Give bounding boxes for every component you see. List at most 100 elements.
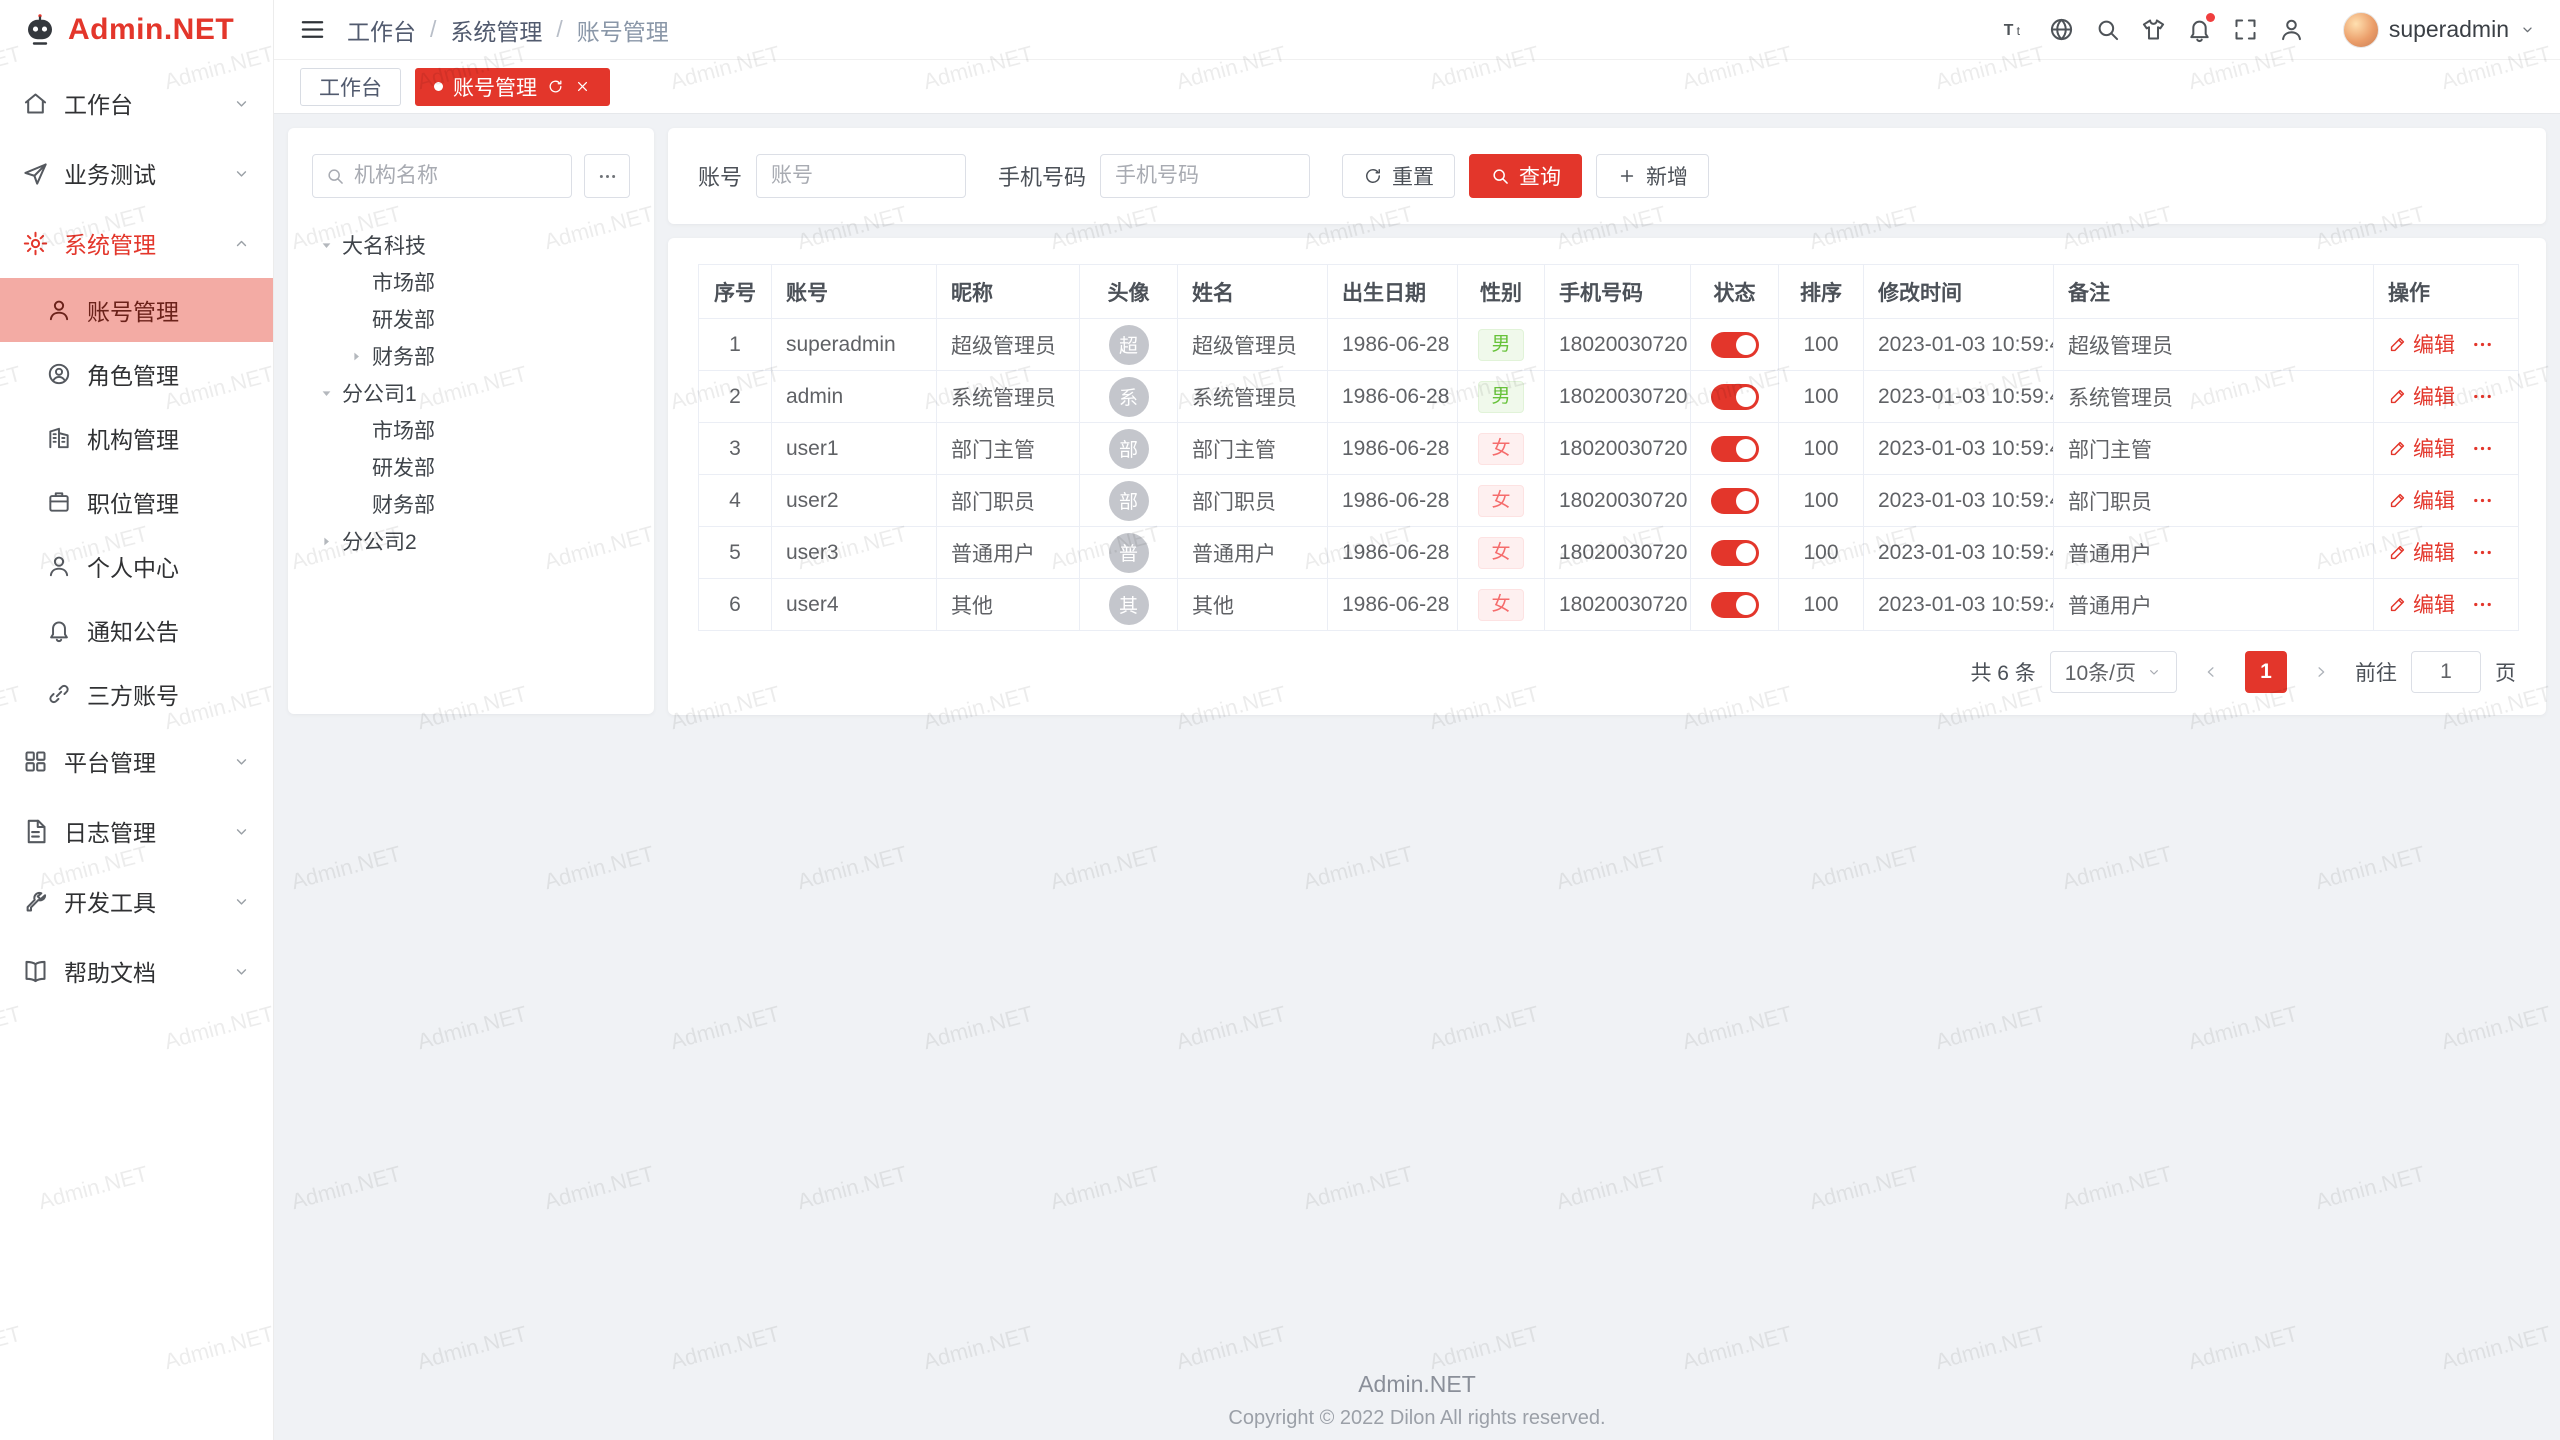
- sidebar-item-workbench[interactable]: 工作台: [0, 68, 273, 138]
- status-toggle[interactable]: [1711, 540, 1759, 566]
- notification-button[interactable]: [2177, 0, 2223, 60]
- more-actions-button[interactable]: [2471, 593, 2494, 616]
- search-button[interactable]: [2085, 0, 2131, 60]
- sidebar-subitem-personal-center[interactable]: 个人中心: [0, 534, 273, 598]
- goto-page-input[interactable]: [2411, 651, 2481, 693]
- more-actions-button[interactable]: [2471, 385, 2494, 408]
- sidebar-item-platform-management[interactable]: 平台管理: [0, 726, 273, 796]
- edit-button[interactable]: 编辑: [2388, 329, 2455, 359]
- tree-node[interactable]: 市场部: [312, 263, 630, 300]
- cell-sort: 100: [1779, 579, 1864, 631]
- table-row: 1superadmin超级管理员超超级管理员1986-06-28男1802003…: [699, 319, 2519, 371]
- cell-actions: 编辑: [2374, 371, 2519, 423]
- caret-right-icon[interactable]: [318, 532, 335, 549]
- sidebar-subitem-account-management[interactable]: 账号管理: [0, 278, 273, 342]
- tab-workbench[interactable]: 工作台: [300, 68, 401, 106]
- reset-button[interactable]: 重置: [1342, 154, 1455, 198]
- query-button[interactable]: 查询: [1469, 154, 1582, 198]
- menu-collapse-button[interactable]: [298, 15, 327, 44]
- sidebar-item-log-management[interactable]: 日志管理: [0, 796, 273, 866]
- gender-tag: 女: [1478, 537, 1523, 569]
- building-icon: [46, 425, 72, 451]
- edit-icon: [2388, 439, 2407, 458]
- page-unit-label: 页: [2495, 657, 2516, 687]
- close-icon[interactable]: [574, 78, 591, 95]
- status-toggle[interactable]: [1711, 592, 1759, 618]
- pagination: 共 6 条 10条/页 1 前往: [698, 651, 2516, 693]
- fullscreen-button[interactable]: [2223, 0, 2269, 60]
- sidebar-subitem-role-management[interactable]: 角色管理: [0, 342, 273, 406]
- status-toggle[interactable]: [1711, 384, 1759, 410]
- more-actions-button[interactable]: [2471, 333, 2494, 356]
- cell-birthday: 1986-06-28: [1328, 423, 1458, 475]
- sidebar-subitem-notice[interactable]: 通知公告: [0, 598, 273, 662]
- table-row: 4user2部门职员部部门职员1986-06-28女18020030720100…: [699, 475, 2519, 527]
- page-number-button[interactable]: 1: [2245, 651, 2287, 693]
- account-filter-input[interactable]: [771, 164, 951, 188]
- tab-account-management[interactable]: 账号管理: [415, 68, 610, 106]
- tree-node[interactable]: 市场部: [312, 411, 630, 448]
- sidebar-item-dev-tools[interactable]: 开发工具: [0, 866, 273, 936]
- breadcrumb-item[interactable]: 系统管理: [450, 13, 542, 47]
- account-filter-field: [756, 154, 966, 198]
- logo[interactable]: Admin.NET: [0, 0, 273, 60]
- column-header: 姓名: [1178, 265, 1328, 319]
- column-header: 头像: [1080, 265, 1178, 319]
- status-toggle[interactable]: [1711, 488, 1759, 514]
- profile-button[interactable]: [2269, 0, 2315, 60]
- send-icon: [22, 160, 49, 187]
- sidebar-subitem-post-management[interactable]: 职位管理: [0, 470, 273, 534]
- breadcrumb-item[interactable]: 工作台: [347, 13, 416, 47]
- caret-down-icon[interactable]: [318, 384, 335, 401]
- tree-node[interactable]: 财务部: [312, 485, 630, 522]
- table-row: 3user1部门主管部部门主管1986-06-28女18020030720100…: [699, 423, 2519, 475]
- edit-button[interactable]: 编辑: [2388, 381, 2455, 411]
- status-toggle[interactable]: [1711, 332, 1759, 358]
- content: 大名科技市场部研发部财务部分公司1市场部研发部财务部分公司2 账号 手机号码: [274, 114, 2560, 1440]
- edit-button[interactable]: 编辑: [2388, 433, 2455, 463]
- plus-icon: [1617, 166, 1637, 186]
- cell-phone: 18020030720: [1545, 475, 1691, 527]
- tree-node[interactable]: 研发部: [312, 448, 630, 485]
- sidebar-subitem-third-account[interactable]: 三方账号: [0, 662, 273, 726]
- text-size-button[interactable]: Tt: [1993, 0, 2039, 60]
- phone-filter-label: 手机号码: [998, 160, 1086, 192]
- user-menu[interactable]: superadmin: [2343, 12, 2536, 48]
- more-actions-button[interactable]: [2471, 541, 2494, 564]
- sidebar-subitem-label: 三方账号: [87, 677, 179, 711]
- bell-icon: [46, 617, 72, 643]
- prev-page-button[interactable]: [2191, 651, 2231, 693]
- globe-button[interactable]: [2039, 0, 2085, 60]
- edit-button[interactable]: 编辑: [2388, 537, 2455, 567]
- edit-button[interactable]: 编辑: [2388, 485, 2455, 515]
- edit-button[interactable]: 编辑: [2388, 589, 2455, 619]
- cell-actions: 编辑: [2374, 423, 2519, 475]
- tree-node[interactable]: 大名科技: [312, 226, 630, 263]
- caret-right-icon[interactable]: [348, 347, 365, 364]
- cell-nickname: 系统管理员: [937, 371, 1080, 423]
- tree-node[interactable]: 财务部: [312, 337, 630, 374]
- next-page-button[interactable]: [2301, 651, 2341, 693]
- document-icon: [22, 818, 49, 845]
- more-actions-button[interactable]: [2471, 437, 2494, 460]
- more-actions-button[interactable]: [2471, 489, 2494, 512]
- tree-node[interactable]: 分公司1: [312, 374, 630, 411]
- theme-button[interactable]: [2131, 0, 2177, 60]
- sidebar-item-system-management[interactable]: 系统管理: [0, 208, 273, 278]
- chevron-down-icon: [232, 822, 251, 841]
- page-size-select[interactable]: 10条/页: [2050, 651, 2177, 693]
- chevron-down-icon: [232, 892, 251, 911]
- tree-node[interactable]: 分公司2: [312, 522, 630, 559]
- tree-node[interactable]: 研发部: [312, 300, 630, 337]
- add-button[interactable]: 新增: [1596, 154, 1709, 198]
- caret-down-icon[interactable]: [318, 236, 335, 253]
- phone-filter-input[interactable]: [1115, 164, 1295, 188]
- org-search-input[interactable]: [354, 164, 559, 188]
- status-toggle[interactable]: [1711, 436, 1759, 462]
- row-avatar: 普: [1109, 533, 1149, 573]
- refresh-icon[interactable]: [547, 78, 564, 95]
- sidebar-item-business-test[interactable]: 业务测试: [0, 138, 273, 208]
- org-more-button[interactable]: [584, 154, 630, 198]
- sidebar-subitem-org-management[interactable]: 机构管理: [0, 406, 273, 470]
- sidebar-item-help-docs[interactable]: 帮助文档: [0, 936, 273, 1006]
